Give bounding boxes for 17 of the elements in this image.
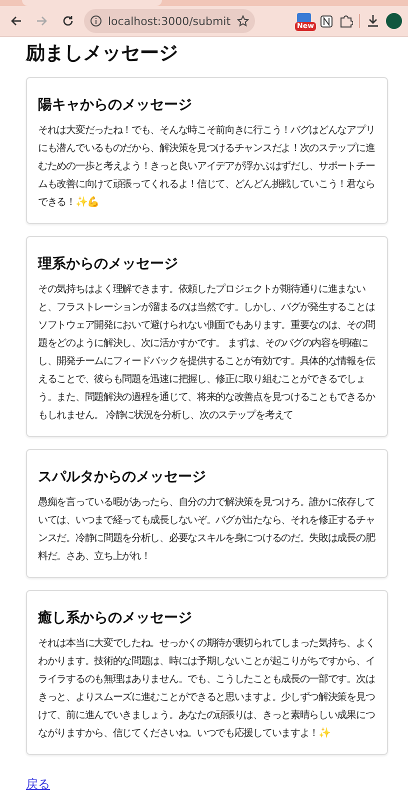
puzzle-icon[interactable]	[339, 14, 353, 28]
message-text: 愚痴を言っている暇があったら、自分の力で解決策を見つけろ。誰かに依存していては、いつまで経っても成長しないぞ。バグが出たなら、それを修正するチャンスだ。冷静に問題を分析し、必要なスキルを身につけるのだ。失敗は成長の肥料だ。さあ、立ち上がれ！	[38, 496, 376, 564]
extension-icon[interactable]	[296, 12, 312, 24]
message-text: それは本当に大変でしたね。せっかくの期待が裏切られてしまった気持ち、よくわかります。技術的な問題は、時には予期しないことが起こりがちですから、イライラするのも無理はありません。でも、こうしたことも成長の一部です。次はきっと、よりスムーズに進むことができると思いますよ。少しずつ解決策を見つけて、前に進んでいきましょう。あなたの頑張りは、きっと素晴らしい成果につながりますから、信じてくださいね。いつでも応援していますよ！✨	[38, 636, 376, 741]
message-text: それは大変だったね！でも、そんな時こそ前向きに行こう！バグはどんなアプリにも潜んでいるものだから、解決策を見つけるチャンスだよ！次のステップに進むための一歩と考えよう！きっと良いアイデアが浮かぶはずだし、サポートチームも改善に向けて頑張ってくれるよ！信じて、どんどん挑戦していこう！君ならできる！✨💪	[38, 124, 376, 210]
page-title: 励ましメッセージ	[26, 41, 179, 66]
info-icon	[90, 15, 102, 27]
avatar-icon[interactable]	[386, 13, 402, 29]
address-bar[interactable]: localhost:3000/submit	[84, 9, 255, 33]
download-icon[interactable]	[366, 14, 380, 28]
card-title: 癒し系からのメッセージ	[38, 609, 193, 628]
back-link[interactable]: 戻る	[26, 777, 50, 791]
star-icon[interactable]	[236, 15, 249, 27]
card-title: 理系からのメッセージ	[38, 255, 179, 274]
card-title: スパルタからのメッセージ	[38, 468, 207, 487]
message-text: その気持ちはよく理解できます。依頼したプロジェクトが期待通りに進まないと、フラストレーションが溜まるのは当然です。しかし、バグが発生することはソフトウェア開発において避けられない側面でもあります。重要なのは、その問題をどのように解決し、次に活かすかです。 まずは、そのバグの内容を明確にし、開発チームにフィードバックを提供することが有効です。具体的な情報を伝えることで、彼らも問題を迅速に把握し、修正に取り組むことができるでしょう。また、問題解決の過程を通じて、将来的な改善点を見つけることもできるかもしれません。 冷静に状況を分析し、次のステップを考えて	[38, 282, 376, 423]
card-title: 陽キャからのメッセージ	[38, 96, 193, 115]
